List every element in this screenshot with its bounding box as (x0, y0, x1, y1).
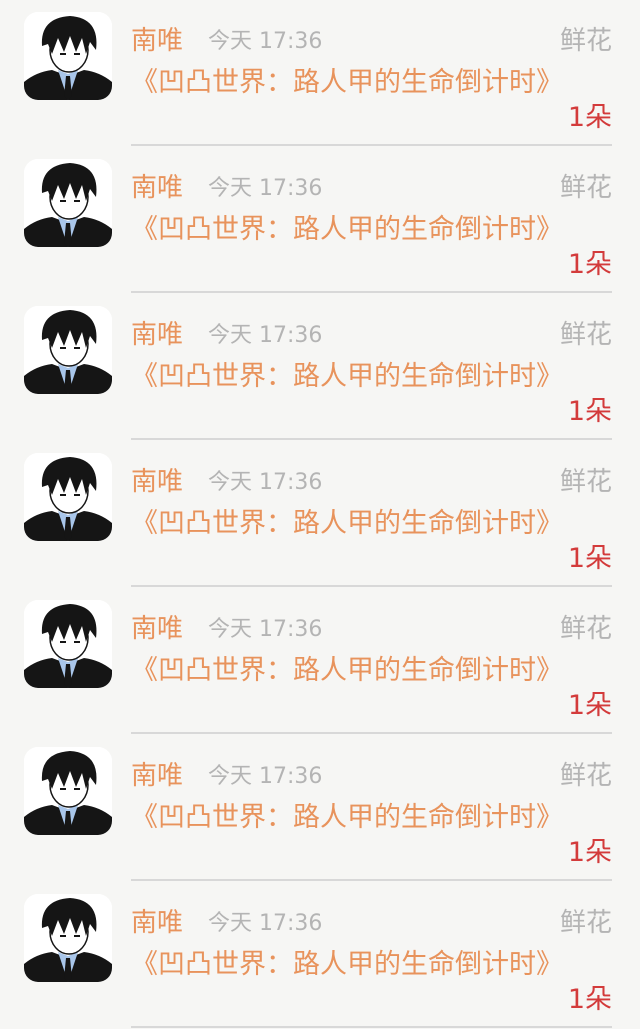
avatar[interactable] (24, 453, 112, 541)
gift-type-label: 鲜花 (559, 614, 612, 644)
list-item[interactable]: 南唯 今天 17:36 鲜花 《凹凸世界：路人甲的生命倒计时》 1朵 (0, 0, 640, 147)
list-item[interactable]: 南唯 今天 17:36 鲜花 《凹凸世界：路人甲的生命倒计时》 1朵 (0, 441, 640, 588)
gift-type-label: 鲜花 (559, 173, 612, 203)
list-item[interactable]: 南唯 今天 17:36 鲜花 《凹凸世界：路人甲的生命倒计时》 1朵 (0, 294, 640, 441)
avatar[interactable] (24, 747, 112, 835)
book-title-link[interactable]: 《凹凸世界：路人甲的生命倒计时》 (131, 64, 563, 102)
avatar[interactable] (24, 159, 112, 247)
gift-count: 1朵 (567, 690, 612, 721)
list-item[interactable]: 南唯 今天 17:36 鲜花 《凹凸世界：路人甲的生命倒计时》 1朵 (0, 882, 640, 1029)
divider (131, 291, 612, 293)
divider (131, 879, 612, 881)
sender-name[interactable]: 南唯 (131, 612, 183, 646)
divider (131, 732, 612, 734)
gift-count: 1朵 (567, 102, 612, 133)
avatar[interactable] (24, 12, 112, 100)
avatar[interactable] (24, 894, 112, 982)
list-item[interactable]: 南唯 今天 17:36 鲜花 《凹凸世界：路人甲的生命倒计时》 1朵 (0, 735, 640, 882)
gift-type-label: 鲜花 (559, 908, 612, 938)
gift-type-label: 鲜花 (559, 26, 612, 56)
book-title-link[interactable]: 《凹凸世界：路人甲的生命倒计时》 (131, 799, 563, 837)
gift-count: 1朵 (567, 396, 612, 427)
gift-count: 1朵 (567, 837, 612, 868)
gift-type-label: 鲜花 (559, 761, 612, 791)
sender-name[interactable]: 南唯 (131, 318, 183, 352)
book-title-link[interactable]: 《凹凸世界：路人甲的生命倒计时》 (131, 211, 563, 249)
anime-boy-avatar-icon (24, 747, 112, 835)
sender-name[interactable]: 南唯 (131, 24, 183, 58)
avatar[interactable] (24, 306, 112, 394)
sender-name[interactable]: 南唯 (131, 171, 183, 205)
divider (131, 438, 612, 440)
timestamp: 今天 17:36 (208, 29, 323, 54)
gift-record-list: 南唯 今天 17:36 鲜花 《凹凸世界：路人甲的生命倒计时》 1朵 南唯 今天… (0, 0, 640, 1028)
sender-name[interactable]: 南唯 (131, 759, 183, 793)
timestamp: 今天 17:36 (208, 323, 323, 348)
book-title-link[interactable]: 《凹凸世界：路人甲的生命倒计时》 (131, 652, 563, 690)
anime-boy-avatar-icon (24, 600, 112, 688)
gift-count: 1朵 (567, 249, 612, 280)
book-title-link[interactable]: 《凹凸世界：路人甲的生命倒计时》 (131, 946, 563, 984)
anime-boy-avatar-icon (24, 159, 112, 247)
gift-type-label: 鲜花 (559, 467, 612, 497)
sender-name[interactable]: 南唯 (131, 906, 183, 940)
timestamp: 今天 17:36 (208, 617, 323, 642)
anime-boy-avatar-icon (24, 894, 112, 982)
gift-count: 1朵 (567, 543, 612, 574)
sender-name[interactable]: 南唯 (131, 465, 183, 499)
anime-boy-avatar-icon (24, 453, 112, 541)
divider (131, 585, 612, 587)
timestamp: 今天 17:36 (208, 176, 323, 201)
timestamp: 今天 17:36 (208, 764, 323, 789)
list-item[interactable]: 南唯 今天 17:36 鲜花 《凹凸世界：路人甲的生命倒计时》 1朵 (0, 147, 640, 294)
book-title-link[interactable]: 《凹凸世界：路人甲的生命倒计时》 (131, 358, 563, 396)
anime-boy-avatar-icon (24, 12, 112, 100)
timestamp: 今天 17:36 (208, 470, 323, 495)
anime-boy-avatar-icon (24, 306, 112, 394)
list-item[interactable]: 南唯 今天 17:36 鲜花 《凹凸世界：路人甲的生命倒计时》 1朵 (0, 588, 640, 735)
avatar[interactable] (24, 600, 112, 688)
divider (131, 144, 612, 146)
book-title-link[interactable]: 《凹凸世界：路人甲的生命倒计时》 (131, 505, 563, 543)
timestamp: 今天 17:36 (208, 911, 323, 936)
gift-count: 1朵 (567, 984, 612, 1015)
gift-type-label: 鲜花 (559, 320, 612, 350)
